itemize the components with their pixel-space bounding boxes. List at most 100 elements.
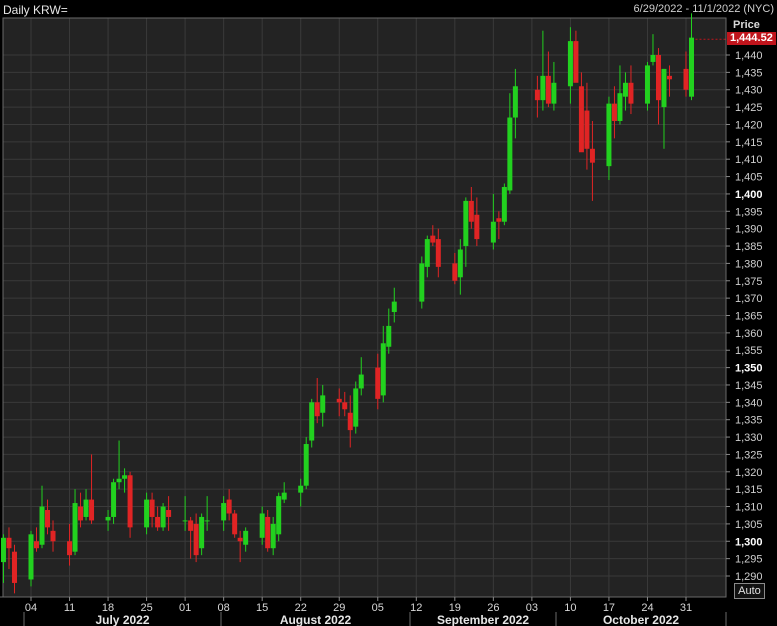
candle-body [116,478,122,483]
candle-body [611,103,617,121]
candle-body [628,82,634,104]
x-tick-label: 10 [564,602,576,614]
candle-body [72,503,78,552]
candle-body [435,239,441,267]
y-tick-label: 1,440 [735,50,763,62]
y-tick-label: 1,385 [735,241,763,253]
candle-body [606,103,612,167]
candle-body [122,475,128,479]
candle-body [617,93,623,121]
candle-body [0,537,6,563]
candle-body [551,82,557,104]
candle-body [199,516,205,549]
candle-body [496,218,502,222]
candle-body [320,395,326,413]
candle-body [336,398,342,403]
candle-body [666,75,672,80]
y-tick-label: 1,435 [735,67,763,79]
candle-body [589,148,595,163]
y-tick-label: 1,340 [735,397,763,409]
candle-body [386,325,392,347]
candle-body [193,523,199,556]
y-tick-label: 1,380 [735,258,763,270]
candle-body [204,520,210,522]
candle-body [353,388,359,427]
y-tick-label: 1,350 [735,363,763,375]
last-price-badge: 1,444.52 [727,32,776,46]
candle-body [474,214,480,240]
y-tick-label: 1,430 [735,85,763,97]
candle-body [683,68,689,90]
y-tick-label: 1,335 [735,415,763,427]
candle-body [155,516,161,528]
y-tick-label: 1,395 [735,206,763,218]
candle-body [689,37,695,97]
y-tick-label: 1,315 [735,484,763,496]
y-tick-label: 1,305 [735,519,763,531]
y-tick-label: 1,425 [735,102,763,114]
candle-body [226,499,232,514]
candle-body [39,506,45,545]
x-tick-label: 01 [179,602,191,614]
candle-body [67,541,73,556]
candle-body [221,503,227,521]
x-tick-label: 31 [680,602,692,614]
candle-body [380,343,386,396]
candle-body [661,68,667,108]
candle-body [622,82,628,97]
candle-body [111,482,117,517]
candle-body [89,499,95,521]
candle-body [83,499,89,517]
candle-body [259,513,265,538]
candle-body [50,530,56,542]
candle-body [11,551,17,583]
candle-body [45,510,51,528]
candle-body [105,516,111,521]
y-tick-label: 1,375 [735,276,763,288]
candle-body [430,235,436,243]
candle-body [644,65,650,104]
y-tick-label: 1,310 [735,502,763,514]
candle-body [144,499,150,528]
candle-body [501,186,507,222]
y-tick-label: 1,325 [735,449,763,461]
y-tick-label: 1,405 [735,172,763,184]
y-tick-label: 1,330 [735,432,763,444]
x-tick-label: 15 [256,602,268,614]
candle-body [314,402,320,417]
x-tick-label: 11 [64,602,75,614]
candle-body [578,86,584,153]
x-tick-label: 05 [372,602,384,614]
y-tick-label: 1,370 [735,293,763,305]
candle-body [265,516,271,549]
candle-body [166,510,172,517]
candle-body [160,506,166,528]
candle-body [342,402,348,410]
candle-body [463,200,469,247]
candle-body [303,444,309,486]
auto-scale-button[interactable]: Auto [734,583,765,599]
candle-body [573,41,579,83]
y-tick-label: 1,360 [735,328,763,340]
candle-body [6,537,12,549]
month-label: September 2022 [437,613,529,626]
candle-body [232,513,238,535]
candle-body [298,485,304,493]
candlestick-chart[interactable]: 1,290 1,295 1,300 1,305 1,310 1,315 1,320 1,325… [0,0,777,626]
candle-body [650,55,656,62]
candle-body [545,75,551,104]
y-tick-label: 1,410 [735,154,763,166]
candle-body [507,117,513,191]
candle-body [78,506,84,521]
candle-body [347,412,353,431]
candle-body [490,221,496,243]
candle-body [149,499,155,517]
candle-body [468,200,474,222]
candle-body [391,301,397,313]
candle-body [34,541,40,549]
candle-body [452,263,458,281]
candle-body [237,537,243,542]
x-tick-label: 08 [218,602,230,614]
y-tick-label: 1,290 [735,571,763,583]
y-tick-label: 1,320 [735,467,763,479]
